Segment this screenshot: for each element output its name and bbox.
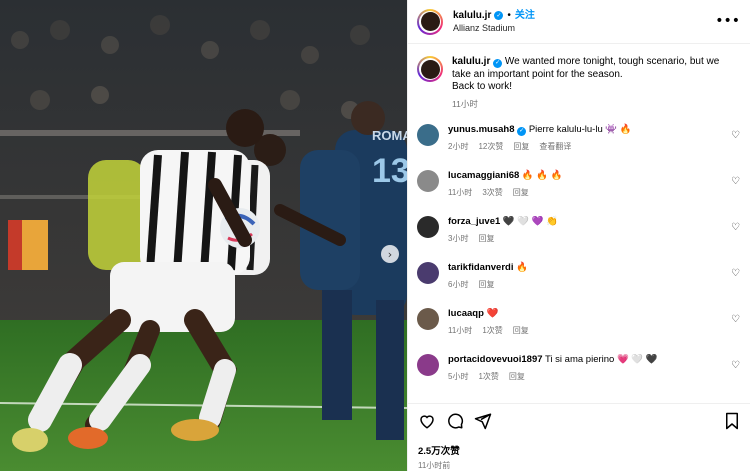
- post-actions: 2.5万次赞 11小时前: [408, 403, 750, 471]
- post-caption: kalulu.jr ✓ We wanted more tonight, toug…: [417, 56, 740, 110]
- caption-text: We wanted more tonight, tough scenario, …: [452, 56, 720, 80]
- comment-text: Pierre kalulu-lu-lu 👾 🔥: [528, 124, 632, 135]
- comment-likes[interactable]: 12次赞: [478, 141, 503, 153]
- reply-button[interactable]: 回复: [513, 141, 529, 153]
- verified-badge-icon: ✓: [493, 58, 503, 68]
- chevron-right-icon[interactable]: ›: [381, 245, 399, 263]
- commenter-avatar-image: [417, 170, 439, 192]
- comment-text: 🖤 🤍 💜 👏: [502, 216, 559, 227]
- comment-likes[interactable]: 1次赞: [482, 325, 502, 337]
- commenter-avatar[interactable]: [417, 124, 439, 146]
- heart-icon[interactable]: ♡: [731, 222, 740, 233]
- verified-badge-icon: ✓: [517, 126, 527, 136]
- match-photo: 13 ROMA: [0, 0, 407, 471]
- comment-time: 11小时: [448, 188, 473, 197]
- likes-count[interactable]: 2.5万次赞: [418, 443, 740, 457]
- comment-item: yunus.musah8 ✓ Pierre kalulu-lu-lu 👾 🔥 2…: [417, 124, 740, 156]
- translate-button[interactable]: 查看翻译: [539, 141, 571, 153]
- post-detail-panel: kalulu.jr ✓ • 关注 Allianz Stadium ••• kal…: [407, 0, 750, 471]
- bookmark-icon[interactable]: [724, 412, 740, 430]
- follow-button[interactable]: 关注: [515, 9, 535, 22]
- comment-time: 6小时: [448, 280, 469, 289]
- commenter-avatar-image: [417, 308, 439, 330]
- comment-time: 5小时: [448, 372, 469, 381]
- comments-list[interactable]: kalulu.jr ✓ We wanted more tonight, toug…: [408, 45, 750, 400]
- heart-icon[interactable]: ♡: [731, 360, 740, 371]
- commenter-avatar-image: [417, 124, 439, 146]
- send-icon[interactable]: [474, 412, 492, 430]
- post-photo[interactable]: 13 ROMA ›: [0, 0, 407, 471]
- comment-text: 🔥 🔥 🔥: [521, 170, 563, 181]
- caption-text-2: Back to work!: [452, 81, 513, 92]
- reply-button[interactable]: 回复: [513, 187, 529, 199]
- comment-time: 11小时: [448, 326, 473, 335]
- comment-likes[interactable]: 1次赞: [478, 371, 498, 383]
- commenter-avatar[interactable]: [417, 308, 439, 330]
- commenter-username[interactable]: portacidovevuoi1897: [448, 354, 543, 365]
- commenter-avatar[interactable]: [417, 216, 439, 238]
- commenter-avatar-image: [417, 262, 439, 284]
- commenter-username[interactable]: lucaaqp: [448, 308, 484, 319]
- jersey-number: 13: [372, 152, 407, 190]
- reply-button[interactable]: 回复: [509, 371, 525, 383]
- jersey-text: ROMA: [372, 128, 407, 143]
- heart-icon[interactable]: [418, 412, 436, 430]
- heart-icon[interactable]: ♡: [731, 176, 740, 187]
- comment-item: forza_juve1 🖤 🤍 💜 👏 3小时 回复 ♡: [417, 216, 740, 248]
- commenter-avatar[interactable]: [417, 354, 439, 376]
- comment-time: 2小时: [448, 142, 469, 151]
- reply-button[interactable]: 回复: [513, 325, 529, 337]
- reply-button[interactable]: 回复: [478, 279, 494, 291]
- heart-icon[interactable]: ♡: [731, 314, 740, 325]
- commenter-avatar-image: [417, 216, 439, 238]
- comment-text: Ti si ama pierino 💗 🤍 🖤: [544, 354, 658, 365]
- caption-avatar[interactable]: [417, 56, 443, 82]
- post-header: kalulu.jr ✓ • 关注 Allianz Stadium •••: [408, 0, 750, 44]
- caption-time: 11小时: [452, 98, 478, 109]
- author-username[interactable]: kalulu.jr: [453, 9, 491, 22]
- reply-button[interactable]: 回复: [478, 233, 494, 245]
- verified-badge-icon: ✓: [494, 10, 504, 20]
- comment-item: lucaaqp ❤️ 11小时 1次赞 回复 ♡: [417, 308, 740, 340]
- commenter-username[interactable]: yunus.musah8: [448, 124, 515, 135]
- comment-text: ❤️: [486, 308, 499, 319]
- comment-icon[interactable]: [446, 412, 464, 430]
- post-time: 11小时前: [418, 461, 451, 470]
- post-location[interactable]: Allianz Stadium: [453, 22, 535, 35]
- commenter-username[interactable]: forza_juve1: [448, 216, 500, 227]
- commenter-avatar-image: [417, 354, 439, 376]
- more-horizontal-icon[interactable]: •••: [715, 13, 740, 29]
- commenter-avatar[interactable]: [417, 170, 439, 192]
- comment-likes[interactable]: 3次赞: [482, 187, 502, 199]
- commenter-username[interactable]: lucamaggiani68: [448, 170, 519, 181]
- heart-icon[interactable]: ♡: [731, 130, 740, 141]
- comment-item: tarikfidanverdi 🔥 6小时 回复 ♡: [417, 262, 740, 294]
- heart-icon[interactable]: ♡: [731, 268, 740, 279]
- comment-item: lucamaggiani68 🔥 🔥 🔥 11小时 3次赞 回复 ♡: [417, 170, 740, 202]
- caption-username[interactable]: kalulu.jr: [452, 56, 490, 67]
- commenter-avatar[interactable]: [417, 262, 439, 284]
- comment-text: 🔥: [516, 262, 528, 273]
- commenter-username[interactable]: tarikfidanverdi: [448, 262, 513, 273]
- comment-time: 3小时: [448, 234, 469, 243]
- author-avatar[interactable]: [417, 8, 443, 35]
- comment-item: portacidovevuoi1897 Ti si ama pierino 💗 …: [417, 354, 740, 386]
- separator: •: [507, 9, 511, 21]
